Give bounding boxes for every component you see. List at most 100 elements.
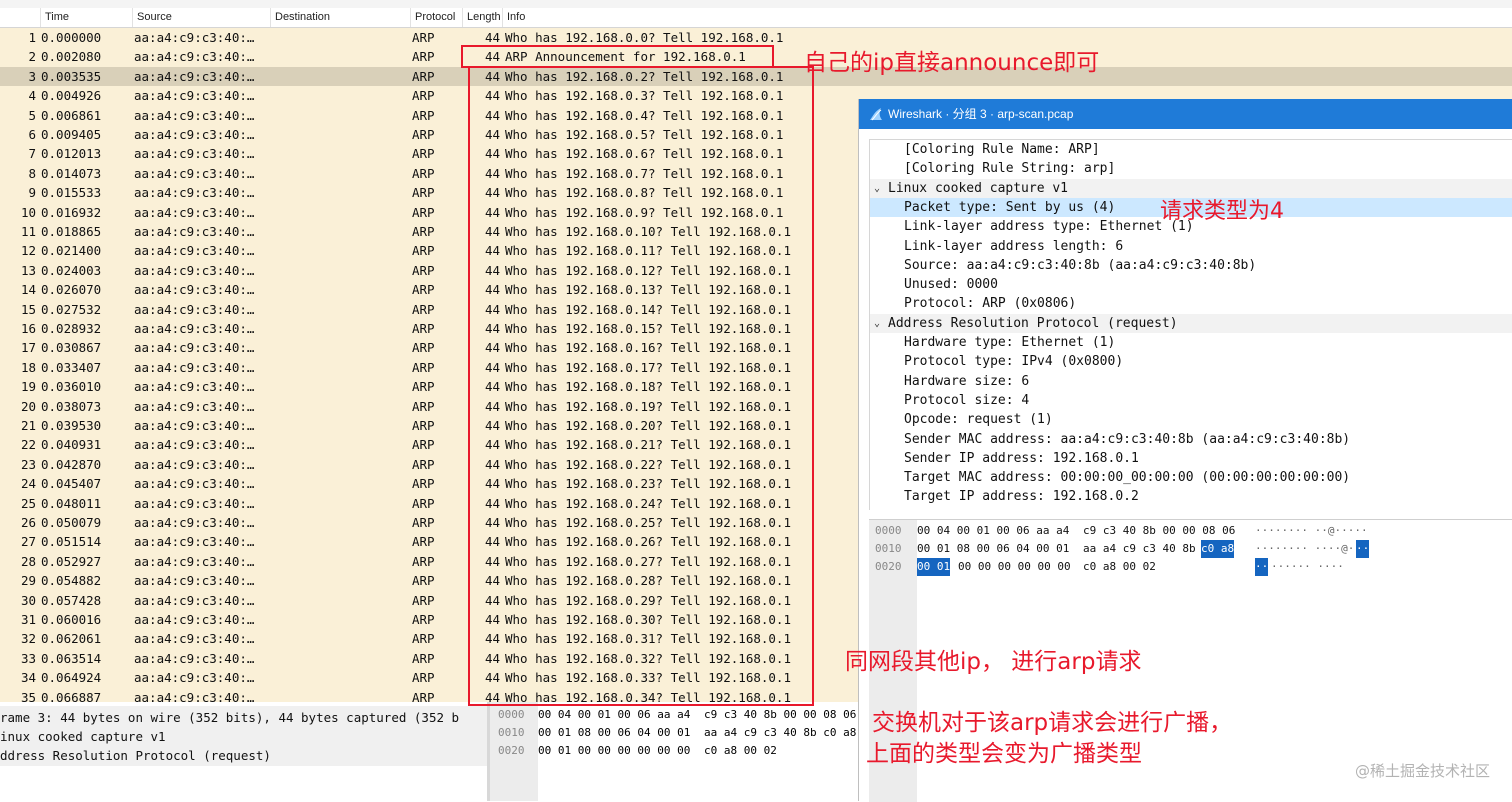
popup-bytes-hex-highlight[interactable]: c0 a8: [1201, 540, 1235, 558]
tree-item[interactable]: Protocol size: 4: [870, 391, 1512, 410]
packet-info: Who has 192.168.0.28? Tell 192.168.0.1: [505, 573, 791, 589]
packet-info: Who has 192.168.0.3? Tell 192.168.0.1: [505, 88, 784, 104]
details-arp-line[interactable]: ddress Resolution Protocol (request): [0, 746, 271, 765]
packet-time: 0.012013: [41, 146, 102, 162]
details-linux-cooked-line[interactable]: inux cooked capture v1: [0, 727, 166, 746]
packet-protocol: ARP: [412, 301, 435, 317]
popup-bytes-hex[interactable]: 00 04 00 01 00 06 aa a4: [917, 522, 1069, 540]
packet-bytes-pane[interactable]: 0000 00 04 00 01 00 06 aa a4 c9 c3 40 8b…: [490, 702, 858, 801]
bytes-hex[interactable]: aa a4 c9 c3 40 8b c0 a8: [704, 724, 856, 742]
packet-number: 14: [20, 282, 36, 298]
tree-item[interactable]: ⌄ Address Resolution Protocol (request): [870, 313, 1512, 333]
bytes-hex[interactable]: 00 01 00 00 00 00 00 00: [538, 742, 690, 760]
popup-bytes-ascii[interactable]: ········ ··@·····: [1255, 522, 1368, 540]
tree-item[interactable]: Opcode: request (1): [870, 410, 1512, 429]
bytes-hex[interactable]: 00 01 08 00 06 04 00 01: [538, 724, 690, 742]
packet-length: 44: [484, 670, 500, 686]
packet-time: 0.060016: [41, 612, 102, 627]
packet-protocol: ARP: [412, 553, 435, 569]
tree-item[interactable]: Protocol: ARP (0x0806): [870, 294, 1512, 313]
column-header-length[interactable]: Length: [462, 8, 502, 27]
chevron-down-icon[interactable]: ⌄: [874, 179, 880, 198]
column-header-time[interactable]: Time: [40, 8, 132, 27]
tree-item[interactable]: Link-layer address length: 6: [870, 237, 1512, 256]
packet-number: 19: [20, 379, 36, 395]
column-header-protocol[interactable]: Protocol: [410, 8, 462, 27]
packet-number: 31: [20, 612, 36, 627]
packet-protocol: ARP: [412, 282, 435, 298]
packet-number: 10: [20, 204, 36, 220]
packet-info: Who has 192.168.0.34? Tell 192.168.0.1: [505, 689, 791, 702]
tree-item[interactable]: [Coloring Rule String: arp]: [870, 159, 1512, 178]
table-row[interactable]: 2 0.002080 aa:a4:c9:c3:40:… ARP 44 ARP Announ…: [0, 47, 1512, 66]
bytes-hex[interactable]: c0 a8 00 02: [704, 742, 777, 760]
column-header-no[interactable]: [0, 8, 40, 27]
packet-length: 44: [484, 398, 500, 414]
table-row[interactable]: 3 0.003535 aa:a4:c9:c3:40:… ARP 44 Who has 19…: [0, 66, 1512, 87]
packet-info: Who has 192.168.0.14? Tell 192.168.0.1: [505, 301, 791, 317]
packet-number: 5: [28, 107, 36, 123]
popup-bytes-hex[interactable]: c0 a8 00 02: [1083, 558, 1156, 576]
packet-protocol: ARP: [412, 321, 435, 336]
table-row[interactable]: 1 0.000000 aa:a4:c9:c3:40:… ARP 44 Who has 19…: [0, 28, 1512, 47]
packet-time: 0.064924: [41, 670, 102, 686]
popup-bytes-hex[interactable]: 00 01 08 00 06 04 00 01: [917, 540, 1069, 558]
bytes-hex[interactable]: 00 04 00 01 00 06 aa a4: [538, 706, 690, 724]
popup-bytes-hex[interactable]: 00 00 00 00 00 00: [958, 558, 1071, 576]
popup-bytes-hex[interactable]: aa a4 c9 c3 40 8b: [1083, 540, 1196, 558]
packet-time: 0.016932: [41, 204, 102, 220]
packet-protocol: ARP: [412, 650, 435, 666]
tree-item[interactable]: Protocol type: IPv4 (0x0800): [870, 352, 1512, 371]
packet-info: Who has 192.168.0.19? Tell 192.168.0.1: [505, 398, 791, 414]
popup-bytes-hex[interactable]: c9 c3 40 8b 00 00 08 06: [1083, 522, 1235, 540]
packet-source: aa:a4:c9:c3:40:…: [134, 243, 255, 259]
packet-info: Who has 192.168.0.27? Tell 192.168.0.1: [505, 553, 791, 569]
packet-protocol: ARP: [412, 437, 435, 453]
tree-item-label: Opcode: request (1): [904, 412, 1053, 428]
tree-item[interactable]: Sender IP address: 192.168.0.1: [870, 449, 1512, 468]
popup-bytes-ascii[interactable]: ······ ····: [1271, 558, 1344, 576]
tree-item[interactable]: Target MAC address: 00:00:00_00:00:00 (0…: [870, 468, 1512, 487]
tree-item[interactable]: Source: aa:a4:c9:c3:40:8b (aa:a4:c9:c3:4…: [870, 256, 1512, 275]
tree-item[interactable]: Unused: 0000: [870, 275, 1512, 294]
details-frame-line[interactable]: rame 3: 44 bytes on wire (352 bits), 44 …: [0, 708, 459, 727]
packet-time: 0.003535: [41, 68, 102, 84]
packet-protocol: ARP: [412, 612, 435, 627]
tree-item-label: Hardware type: Ethernet (1): [904, 335, 1116, 350]
popup-title-bar[interactable]: Wireshark · 分组 3 · arp-scan.pcap: [859, 99, 1512, 129]
packet-length: 44: [484, 379, 500, 395]
popup-bytes-ascii-highlight[interactable]: ··: [1255, 558, 1269, 576]
tree-item[interactable]: Target IP address: 192.168.0.2: [870, 487, 1512, 506]
popup-bytes-hex-highlight[interactable]: 00 01: [917, 558, 951, 576]
packet-details-pane[interactable]: rame 3: 44 bytes on wire (352 bits), 44 …: [0, 702, 487, 801]
packet-source: aa:a4:c9:c3:40:…: [134, 146, 255, 162]
tree-item[interactable]: Sender MAC address: aa:a4:c9:c3:40:8b (a…: [870, 430, 1512, 449]
column-header-destination[interactable]: Destination: [270, 8, 410, 27]
tree-item-label: Hardware size: 6: [904, 373, 1030, 389]
packet-time: 0.054882: [41, 573, 102, 589]
bytes-hex[interactable]: c9 c3 40 8b 00 00 08 06: [704, 706, 856, 724]
tree-item-label: Link-layer address type: Ethernet (1): [904, 219, 1194, 235]
packet-info: Who has 192.168.0.20? Tell 192.168.0.1: [505, 418, 791, 433]
column-header-source[interactable]: Source: [132, 8, 270, 27]
packet-time: 0.009405: [41, 127, 102, 142]
packet-protocol: ARP: [412, 107, 435, 123]
packet-info: Who has 192.168.0.25? Tell 192.168.0.1: [505, 515, 791, 530]
tree-item[interactable]: Hardware type: Ethernet (1): [870, 333, 1512, 352]
annotation-announce: 自己的ip直接announce即可: [804, 50, 1100, 76]
packet-source: aa:a4:c9:c3:40:…: [134, 573, 255, 589]
packet-number: 11: [20, 224, 36, 239]
tree-item[interactable]: [Coloring Rule Name: ARP]: [870, 140, 1512, 159]
chevron-down-icon[interactable]: ⌄: [874, 314, 880, 333]
packet-number: 32: [20, 631, 36, 647]
tree-item[interactable]: Hardware size: 6: [870, 372, 1512, 391]
packet-time: 0.066887: [41, 689, 102, 702]
wireshark-fin-icon: [870, 108, 882, 121]
packet-source: aa:a4:c9:c3:40:…: [134, 670, 255, 686]
packet-length: 44: [484, 127, 500, 142]
tree-item-label: [Coloring Rule String: arp]: [904, 161, 1116, 177]
popup-bytes-ascii[interactable]: ········ ····@·: [1255, 540, 1354, 558]
packet-number: 7: [28, 146, 36, 162]
column-header-info[interactable]: Info: [502, 8, 1512, 27]
popup-bytes-ascii-highlight[interactable]: ··: [1356, 540, 1370, 558]
